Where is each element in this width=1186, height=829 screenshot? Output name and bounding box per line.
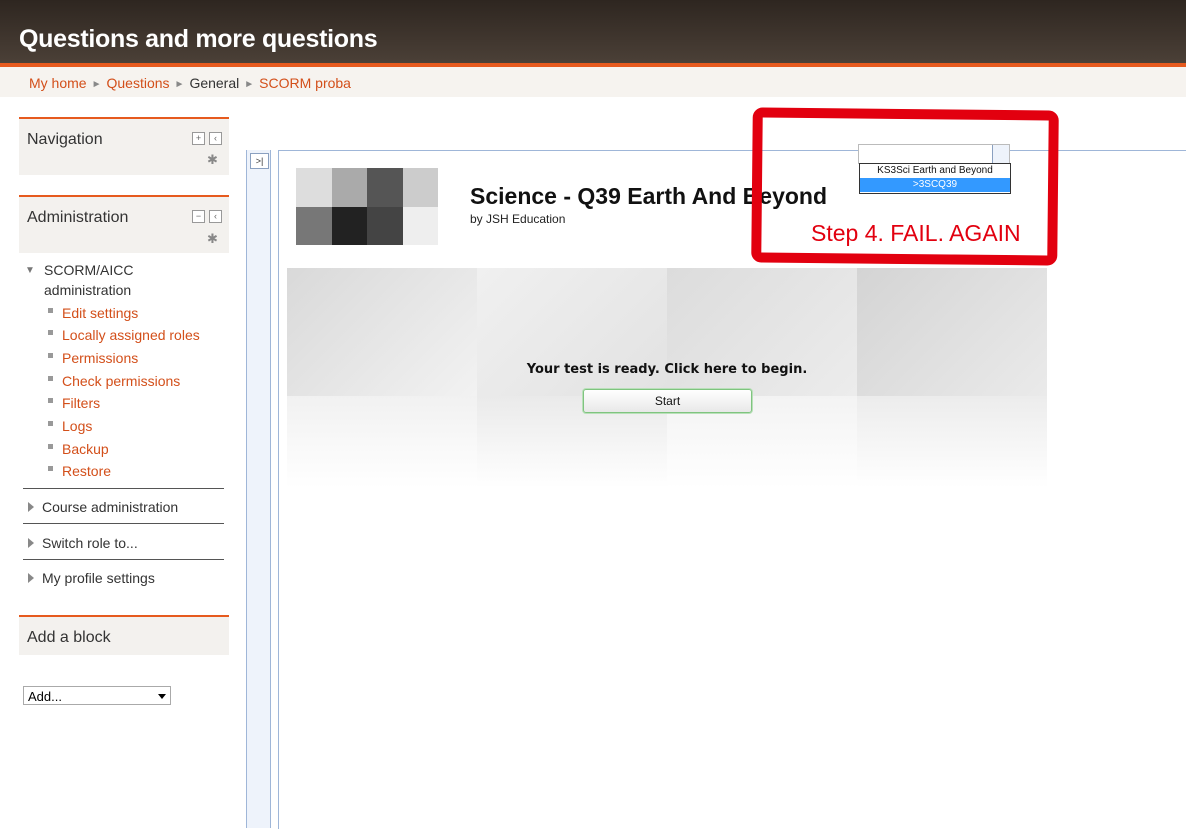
bullet-icon (48, 308, 53, 313)
bullet-icon (48, 421, 53, 426)
site-title[interactable]: Questions and more questions (19, 25, 378, 54)
admin-item-label[interactable]: Backup (62, 441, 109, 457)
bullet-icon (48, 444, 53, 449)
admin-item-permissions[interactable]: Permissions (48, 350, 138, 366)
divider (23, 488, 224, 489)
add-block-block: Add a block (19, 615, 229, 655)
annotation-text: Step 4. FAIL. AGAIN (811, 220, 1021, 246)
section-label: My profile settings (42, 570, 155, 586)
section-label: Course administration (42, 499, 179, 515)
breadcrumb-scorm-proba[interactable]: SCORM proba (259, 75, 351, 91)
gear-icon[interactable]: ✱ (207, 231, 218, 247)
breadcrumb-questions[interactable]: Questions (106, 75, 169, 91)
dock-icon[interactable]: ‹ (209, 210, 222, 223)
navigation-block: Navigation + ‹ ✱ (19, 117, 229, 175)
bullet-icon (48, 330, 53, 335)
administration-block-title: Administration (27, 209, 129, 226)
ready-message[interactable]: Your test is ready. Click here to begin. (287, 362, 1047, 377)
breadcrumb-separator-icon: ► (91, 79, 102, 90)
expand-icon[interactable]: + (192, 132, 205, 145)
scorm-admin-label-line1: SCORM/AICC (44, 262, 134, 278)
breadcrumb-bar: My home ► Questions ► General ► SCORM proba (0, 67, 1186, 97)
dock-icon[interactable]: ‹ (209, 132, 222, 145)
bullet-icon (48, 398, 53, 403)
section-my-profile-settings[interactable]: My profile settings (23, 570, 155, 586)
section-course-administration[interactable]: Course administration (23, 499, 178, 515)
collapsed-caret-icon (28, 502, 34, 512)
toc-strip (246, 150, 271, 828)
admin-item-logs[interactable]: Logs (48, 418, 92, 434)
add-block-title: Add a block (27, 629, 111, 646)
section-label: Switch role to... (42, 535, 138, 551)
add-block-select-value: Add... (28, 689, 62, 704)
admin-item-label[interactable]: Logs (62, 418, 92, 434)
sco-byline: by JSH Education (470, 212, 566, 226)
expanded-caret-icon[interactable]: ▼ (25, 265, 35, 276)
admin-item-label[interactable]: Restore (62, 463, 111, 479)
chevron-down-icon (158, 694, 166, 699)
bullet-icon (48, 466, 53, 471)
breadcrumb-general: General (189, 75, 240, 91)
bullet-icon (48, 376, 53, 381)
collapsed-caret-icon (28, 538, 34, 548)
collapsed-caret-icon (28, 573, 34, 583)
breadcrumb: My home ► Questions ► General ► SCORM proba (29, 75, 351, 91)
section-switch-role[interactable]: Switch role to... (23, 535, 138, 551)
admin-item-locally-assigned-roles[interactable]: Locally assigned roles (48, 327, 200, 343)
background-mosaic (287, 268, 1047, 488)
start-button[interactable]: Start (583, 389, 752, 413)
sco-logo-collage (296, 168, 438, 245)
site-header: Questions and more questions (0, 0, 1186, 67)
bullet-icon (48, 353, 53, 358)
divider (23, 559, 224, 560)
admin-item-check-permissions[interactable]: Check permissions (48, 373, 180, 389)
collapse-icon[interactable]: − (192, 210, 205, 223)
navigation-block-title: Navigation (27, 131, 103, 148)
breadcrumb-separator-icon: ► (244, 79, 255, 90)
admin-item-label[interactable]: Check permissions (62, 373, 180, 389)
admin-item-backup[interactable]: Backup (48, 441, 109, 457)
admin-item-label[interactable]: Filters (62, 395, 100, 411)
admin-item-restore[interactable]: Restore (48, 463, 111, 479)
toc-toggle-button[interactable]: >| (250, 153, 269, 169)
scorm-admin-label-line2: administration (44, 282, 132, 298)
admin-item-label[interactable]: Edit settings (62, 305, 138, 321)
breadcrumb-my-home[interactable]: My home (29, 75, 87, 91)
admin-item-filters[interactable]: Filters (48, 395, 100, 411)
breadcrumb-separator-icon: ► (174, 79, 185, 90)
add-block-select[interactable]: Add... (23, 686, 171, 705)
divider (23, 523, 224, 524)
gear-icon[interactable]: ✱ (207, 152, 218, 168)
admin-item-label[interactable]: Permissions (62, 350, 138, 366)
admin-item-edit-settings[interactable]: Edit settings (48, 305, 138, 321)
administration-block: Administration − ‹ ✱ (19, 195, 229, 253)
admin-item-label[interactable]: Locally assigned roles (62, 327, 200, 343)
